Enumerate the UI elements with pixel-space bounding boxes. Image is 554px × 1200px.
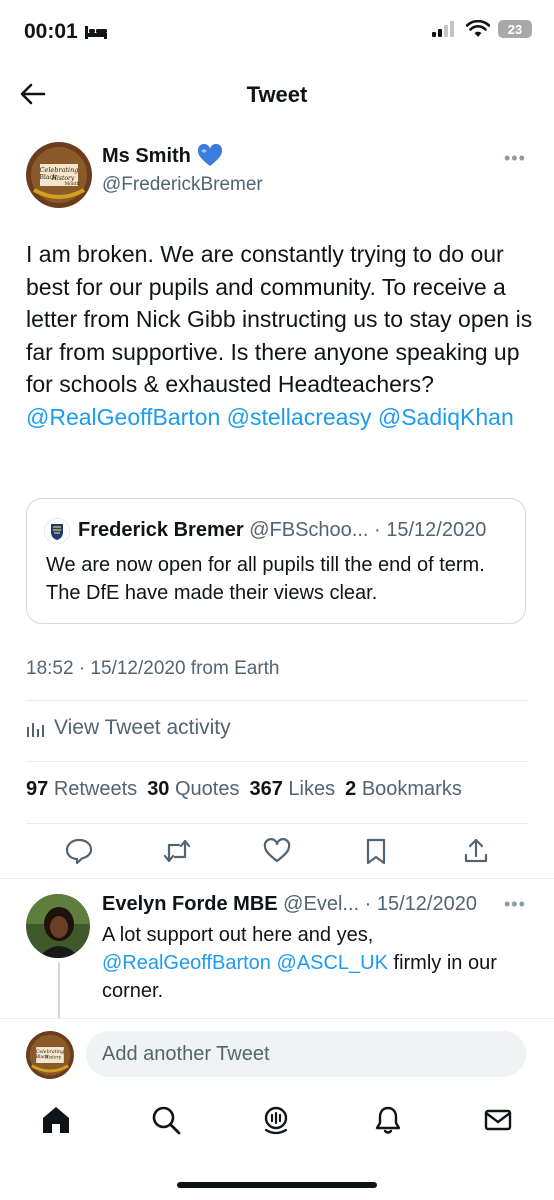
reply-avatar[interactable] <box>26 894 90 958</box>
spaces-icon[interactable] <box>260 1104 292 1136</box>
status-time: 00:01 <box>24 20 108 44</box>
reply-text: A lot support out here and yes, @RealGeo… <box>102 921 532 1005</box>
reply-text-part: A lot support out here and yes, <box>102 924 374 946</box>
home-icon[interactable] <box>40 1104 72 1136</box>
divider <box>26 700 528 701</box>
tweet-timestamp: 18:52 · 15/12/2020 from Earth <box>26 658 280 679</box>
quoted-author: Frederick Bremer @FBSchoo... · 15/12/202… <box>78 519 487 541</box>
divider <box>26 761 528 762</box>
svg-text:Month: Month <box>65 181 80 187</box>
more-dots-icon[interactable]: ••• <box>504 148 526 169</box>
page-title: Tweet <box>246 82 308 107</box>
bookmark-icon[interactable] <box>361 836 391 866</box>
svg-text:Celebrating: Celebrating <box>36 1049 64 1055</box>
bell-icon[interactable] <box>372 1104 404 1136</box>
bookmarks-stat[interactable]: 2 Bookmarks <box>345 778 462 801</box>
blue-heart-icon <box>197 144 222 166</box>
home-indicator[interactable] <box>177 1182 377 1188</box>
tweet-stats: 97 Retweets 30 Quotes 367 Likes 2 Bookma… <box>26 778 462 801</box>
compose-placeholder: Add another Tweet <box>102 1042 270 1065</box>
add-tweet-input[interactable]: Add another Tweet <box>86 1031 526 1077</box>
quoted-avatar <box>44 518 70 544</box>
view-activity-link[interactable]: View Tweet activity <box>26 716 231 740</box>
mention-link[interactable]: @ASCL_UK <box>276 952 387 974</box>
mail-icon[interactable] <box>482 1104 514 1136</box>
quoted-text: We are now open for all pupils till the … <box>46 554 485 604</box>
quotes-stat[interactable]: 30 Quotes <box>147 778 239 801</box>
tweet-body: I am broken. We are constantly trying to… <box>26 238 536 433</box>
mention-link[interactable]: @RealGeoffBarton <box>102 952 271 974</box>
tweet-text: I am broken. We are constantly trying to… <box>26 241 533 397</box>
heart-icon[interactable] <box>262 836 292 866</box>
cellular-signal-icon <box>432 21 454 37</box>
thread-line <box>58 962 60 1022</box>
search-icon[interactable] <box>150 1104 182 1136</box>
reply-author[interactable]: Evelyn Forde MBE @Evel... · 15/12/2020 <box>102 893 477 916</box>
author-name[interactable]: Ms Smith <box>102 144 223 168</box>
retweets-stat[interactable]: 97 Retweets <box>26 778 137 801</box>
svg-text:History: History <box>44 1056 62 1061</box>
divider <box>26 823 528 824</box>
retweet-icon[interactable] <box>162 836 192 866</box>
author-handle[interactable]: @FrederickBremer <box>102 174 263 196</box>
likes-stat[interactable]: 367 Likes <box>249 778 335 801</box>
mention-link[interactable]: @SadiqKhan <box>378 404 514 430</box>
compose-avatar: Celebrating Black History <box>26 1031 74 1079</box>
wifi-icon <box>466 20 490 37</box>
divider <box>0 878 554 879</box>
author-avatar[interactable]: Celebrating Black History Month <box>26 142 92 208</box>
mention-link[interactable]: @RealGeoffBarton <box>26 404 220 430</box>
bed-icon <box>84 26 107 40</box>
analytics-icon <box>27 723 44 737</box>
battery-indicator: 23 <box>498 20 532 38</box>
svg-text:History: History <box>51 175 75 182</box>
status-icons: 23 <box>432 20 532 38</box>
more-dots-icon[interactable]: ••• <box>504 894 526 915</box>
mention-link[interactable]: @stellacreasy <box>227 404 372 430</box>
svg-text:Celebrating: Celebrating <box>40 166 79 174</box>
comment-icon[interactable] <box>64 836 94 866</box>
share-icon[interactable] <box>461 836 491 866</box>
